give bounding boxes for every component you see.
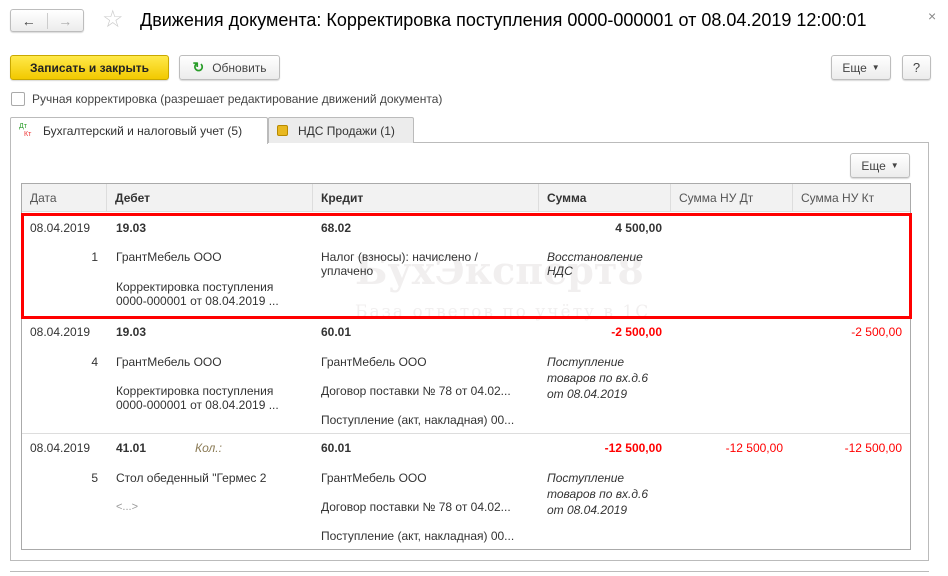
row-content: товаров по вх.д.6 <box>547 371 649 385</box>
credit-account: 60.01 <box>321 441 352 455</box>
tab-label: Бухгалтерский и налоговый учет (5) <box>43 124 243 138</box>
tab-accounting[interactable]: Дт Кт Бухгалтерский и налоговый учет (5) <box>10 117 268 144</box>
save-and-close-button[interactable]: Записать и закрыть <box>10 55 169 80</box>
row-content: Поступление <box>547 355 625 369</box>
nav-buttons: ← → <box>10 9 84 32</box>
row-number: 5 <box>91 471 98 485</box>
window-title: Движения документа: Корректировка поступ… <box>140 10 867 30</box>
refresh-button[interactable]: ↻ Обновить <box>179 55 280 80</box>
row-sum-nu-kt: -12 500,00 <box>844 441 902 455</box>
help-button[interactable]: ? <box>902 55 931 80</box>
credit-account: 60.01 <box>321 325 352 339</box>
forward-button[interactable]: → <box>48 13 84 29</box>
debit-account: 19.03 <box>116 325 147 339</box>
refresh-label: Обновить <box>212 60 267 75</box>
manual-correction-label: Ручная корректировка (разрешает редактир… <box>32 92 443 106</box>
col-sum-nu-kt[interactable]: Сумма НУ Кт <box>793 184 910 212</box>
credit-subconto: Договор поставки № 78 от 04.02... <box>321 500 511 514</box>
manual-correction-checkbox[interactable] <box>11 92 25 106</box>
debit-subconto: Корректировка поступления <box>116 384 274 398</box>
credit-subconto: ГрантМебель ООО <box>321 355 427 369</box>
debit-subconto: ГрантМебель ООО <box>116 355 222 369</box>
row-content: от 08.04.2019 <box>547 387 628 401</box>
debit-quantity-label: Кол.: <box>195 441 222 455</box>
credit-subconto: ГрантМебель ООО <box>321 471 427 485</box>
row-sum: -12 500,00 <box>604 441 662 455</box>
col-sum-nu-dt[interactable]: Сумма НУ Дт <box>671 184 793 212</box>
row-sum: -2 500,00 <box>611 325 662 339</box>
debit-subconto-empty: <...> <box>116 501 139 513</box>
chevron-down-icon: ▼ <box>890 161 899 170</box>
row-number: 4 <box>91 355 98 369</box>
back-button[interactable]: ← <box>11 12 48 29</box>
debit-subconto: 0000-000001 от 08.04.2019 ... <box>116 398 279 412</box>
row-content: Поступление <box>547 471 625 485</box>
col-debit[interactable]: Дебет <box>107 184 313 212</box>
col-date[interactable]: Дата <box>22 184 107 212</box>
dt-kt-icon: Дт Кт <box>19 123 32 138</box>
more-label: Еще <box>842 60 867 75</box>
col-sum[interactable]: Сумма <box>539 184 671 212</box>
highlight-box <box>21 213 912 319</box>
coins-icon <box>277 125 288 136</box>
credit-subconto: Поступление (акт, накладная) 00... <box>321 413 515 427</box>
chevron-down-icon: ▼ <box>871 63 880 72</box>
row-content: товаров по вх.д.6 <box>547 487 649 501</box>
refresh-icon: ↻ <box>192 59 205 75</box>
credit-subconto: Поступление (акт, накладная) 00... <box>321 529 515 543</box>
tab-label: НДС Продажи (1) <box>298 123 395 138</box>
credit-subconto: Договор поставки № 78 от 04.02... <box>321 384 511 398</box>
more-button[interactable]: Еще ▼ <box>831 55 891 80</box>
tab-vat-sales[interactable]: НДС Продажи (1) <box>268 117 414 143</box>
row-date: 08.04.2019 <box>30 441 91 455</box>
table-more-button[interactable]: Еще ▼ <box>850 153 910 178</box>
row-content: от 08.04.2019 <box>547 503 628 517</box>
row-sum-nu-dt: -12 500,00 <box>725 441 783 455</box>
more-label: Еще <box>861 158 886 173</box>
row-sum-nu-kt: -2 500,00 <box>851 325 902 339</box>
bottom-divider <box>10 571 929 572</box>
favorite-star-icon[interactable]: ☆ <box>102 5 124 34</box>
row-date: 08.04.2019 <box>30 325 91 339</box>
row-divider <box>22 433 910 434</box>
col-credit[interactable]: Кредит <box>313 184 539 212</box>
debit-subconto: Стол обеденный "Гермес 2 <box>116 471 267 485</box>
debit-account: 41.01 <box>116 441 147 455</box>
close-icon[interactable]: × <box>928 8 936 24</box>
